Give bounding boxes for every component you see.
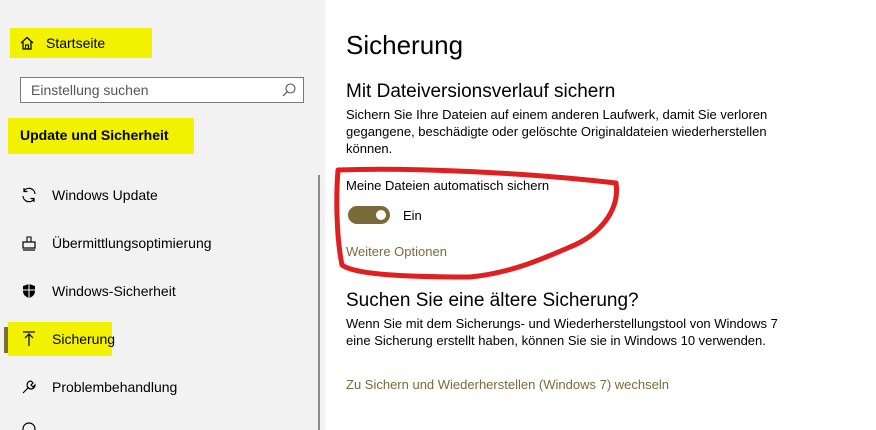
- sidebar-item-troubleshoot[interactable]: Problembehandlung: [20, 378, 177, 396]
- search-icon[interactable]: [281, 82, 297, 101]
- sidebar-item-label: Windows-Sicherheit: [52, 283, 176, 299]
- home-icon: [20, 36, 34, 50]
- sidebar-item-windows-update[interactable]: Windows Update: [20, 186, 158, 204]
- page-title: Sicherung: [346, 30, 464, 60]
- wrench-icon: [20, 378, 38, 396]
- older-backup-description: Wenn Sie mit dem Sicherungs- und Wiederh…: [346, 316, 778, 348]
- sidebar-item-windows-security[interactable]: Windows-Sicherheit: [20, 282, 176, 300]
- file-history-description: Sichern Sie Ihre Dateien auf einem ander…: [346, 107, 768, 156]
- sidebar: Startseite Einstellung suchen Update und…: [0, 0, 325, 430]
- active-indicator: [4, 327, 8, 353]
- auto-backup-label: Meine Dateien automatisch sichern: [346, 178, 550, 193]
- delivery-optimization-icon: [20, 234, 38, 252]
- backup-upload-icon: [20, 330, 38, 348]
- section-title: Update und Sicherheit: [20, 127, 169, 143]
- sidebar-item-label: Windows Update: [52, 187, 158, 203]
- file-history-heading: Mit Dateiversionsverlauf sichern: [346, 81, 616, 102]
- search-placeholder: Einstellung suchen: [31, 82, 149, 98]
- toggle-knob: [376, 210, 386, 220]
- sidebar-item-partial[interactable]: [20, 420, 52, 430]
- more-options-link[interactable]: Weitere Optionen: [346, 244, 447, 259]
- sidebar-scrollbar[interactable]: [318, 175, 320, 430]
- windows7-backup-link[interactable]: Zu Sichern und Wiederherstellen (Windows…: [346, 377, 669, 392]
- sidebar-item-delivery-optimization[interactable]: Übermittlungsoptimierung: [20, 234, 212, 252]
- shield-icon: [20, 282, 38, 300]
- home-label: Startseite: [46, 35, 106, 51]
- sidebar-item-label: Sicherung: [52, 331, 116, 347]
- sidebar-home-link[interactable]: Startseite: [20, 35, 105, 51]
- auto-backup-toggle[interactable]: [348, 206, 390, 224]
- more-item-icon: [20, 420, 38, 430]
- refresh-icon: [20, 186, 38, 204]
- sidebar-item-label: Problembehandlung: [52, 379, 178, 395]
- toggle-state-label: Ein: [403, 208, 422, 223]
- sidebar-item-label: Übermittlungsoptimierung: [52, 235, 212, 251]
- search-input[interactable]: Einstellung suchen: [20, 77, 304, 103]
- sidebar-item-backup[interactable]: Sicherung: [20, 330, 115, 348]
- older-backup-heading: Suchen Sie eine ältere Sicherung?: [346, 290, 639, 311]
